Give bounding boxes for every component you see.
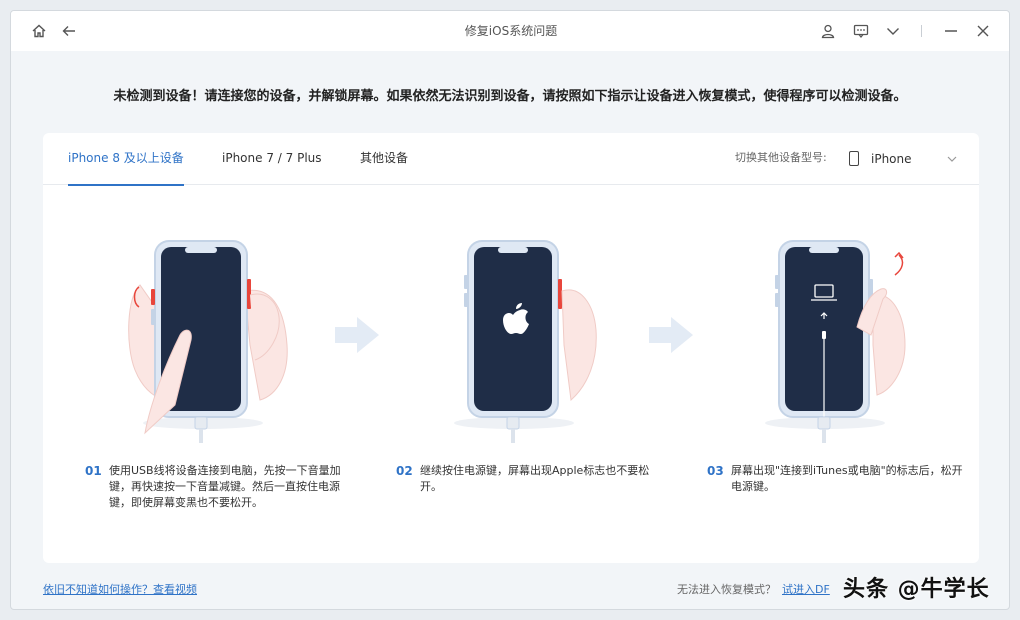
step-2-number: 02 <box>396 464 413 478</box>
step-1-illustration <box>128 240 288 443</box>
device-model-select[interactable]: iPhone <box>849 147 961 171</box>
tab-iphone7[interactable]: iPhone 7 / 7 Plus <box>222 133 322 185</box>
step-1: 01 使用USB线将设备连接到电脑，先按一下音量加键，再快速按一下音量减键。然后… <box>55 195 365 515</box>
watch-video-link[interactable]: 依旧不知道如何操作？查看视频 <box>43 581 197 597</box>
tab-iphone8-and-later[interactable]: iPhone 8 及以上设备 <box>68 133 184 186</box>
step-3-description: 屏幕出现"连接到iTunes或电脑"的标志后，松开电源键。 <box>731 464 963 493</box>
device-model-value: iPhone <box>871 152 912 166</box>
title-bar: 修复iOS系统问题 <box>11 11 1009 51</box>
step-2-illustration <box>454 240 597 443</box>
phone-icon <box>849 151 859 166</box>
chevron-down-icon[interactable] <box>883 21 903 41</box>
switch-device-label: 切换其他设备型号: <box>735 151 827 164</box>
chevron-down-icon <box>947 156 957 162</box>
instruction-card: iPhone 8 及以上设备 iPhone 7 / 7 Plus 其他设备 切换… <box>43 133 979 563</box>
tab-other-devices[interactable]: 其他设备 <box>360 133 408 185</box>
step-1-description: 使用USB线将设备连接到电脑，先按一下音量加键，再快速按一下音量减键。然后一直按… <box>109 464 341 509</box>
device-tabs: iPhone 8 及以上设备 iPhone 7 / 7 Plus 其他设备 切换… <box>43 133 979 186</box>
close-icon[interactable] <box>973 21 993 41</box>
device-not-detected-notice: 未检测到设备！请连接您的设备，并解锁屏幕。如果依然无法识别到设备，请按照如下指示… <box>113 89 907 104</box>
minimize-icon[interactable] <box>941 21 961 41</box>
step-2-description: 继续按住电源键，屏幕出现Apple标志也不要松开。 <box>420 464 650 493</box>
titlebar-divider <box>921 25 922 37</box>
step-3-illustration <box>765 240 906 443</box>
step-3-number: 03 <box>707 464 724 478</box>
step-1-number: 01 <box>85 464 102 478</box>
enter-dfu-link[interactable]: 试进入DF <box>782 583 830 596</box>
dfu-question: 无法进入恢复模式？ <box>677 583 776 596</box>
app-window: 修复iOS系统问题 未检测到设备！请连接您的设备，并解锁屏幕。如果依然无法识别到… <box>10 10 1010 610</box>
watermark: 头条 @牛学长 <box>843 577 990 602</box>
feedback-icon[interactable] <box>851 21 871 41</box>
step-3: 03 屏幕出现"连接到iTunes或电脑"的标志后，松开电源键。 <box>677 195 987 515</box>
step-2: 02 继续按住电源键，屏幕出现Apple标志也不要松开。 <box>366 195 676 515</box>
user-icon[interactable] <box>818 21 838 41</box>
dfu-hint: 无法进入恢复模式？ 试进入DF <box>677 581 830 597</box>
